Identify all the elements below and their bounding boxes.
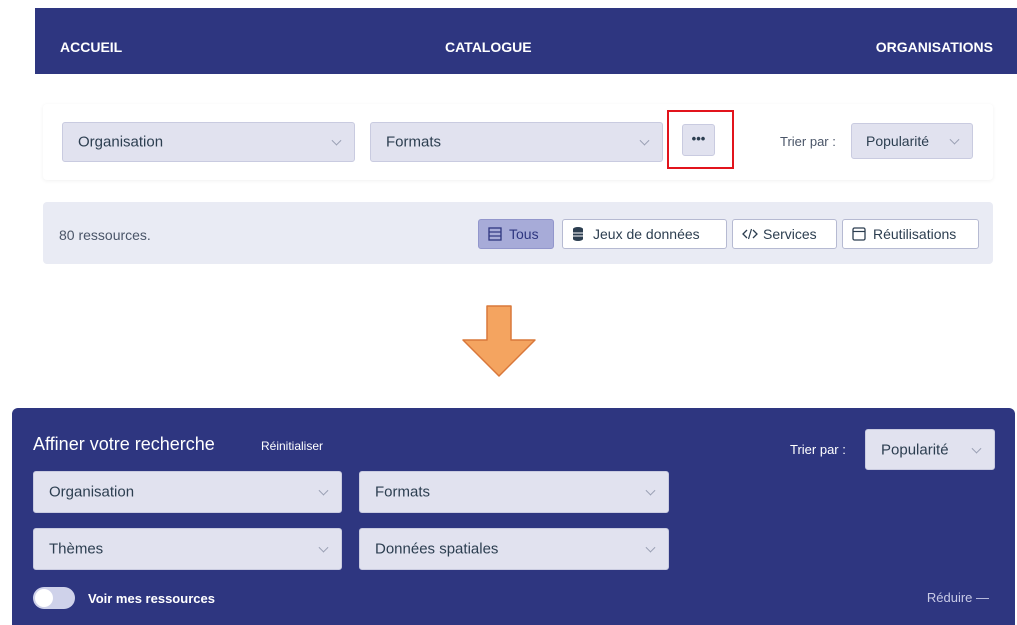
chevron-down-icon	[949, 134, 960, 145]
spatial-data-select[interactable]: Données spatiales	[359, 528, 669, 570]
formats-select-label: Formats	[375, 483, 431, 501]
my-resources-toggle[interactable]	[33, 587, 75, 609]
organisation-select-label: Organisation	[49, 483, 135, 501]
type-filter-label: Réutilisations	[873, 226, 957, 242]
sort-label: Trier par :	[780, 134, 836, 149]
nav-link-organisations[interactable]: ORGANISATIONS	[876, 8, 993, 74]
spatial-data-select-label: Données spatiales	[375, 540, 499, 558]
sort-select-label: Popularité	[881, 441, 949, 458]
chevron-down-icon	[318, 542, 329, 553]
type-filter-label: Services	[763, 226, 817, 242]
list-icon	[488, 220, 502, 258]
sort-select[interactable]: Popularité	[865, 429, 995, 470]
refine-search-panel: Affiner votre recherche Réinitialiser Tr…	[12, 408, 1015, 625]
type-filter-label: Tous	[509, 226, 539, 242]
themes-select-label: Thèmes	[49, 540, 104, 558]
results-bar: 80 ressources. Tous Jeux de données Serv…	[43, 202, 993, 264]
database-icon	[572, 220, 584, 258]
type-filter-tous[interactable]: Tous	[478, 219, 554, 249]
formats-select[interactable]: Formats	[359, 471, 669, 513]
filter-bar: Organisation Formats ••• Trier par : Pop…	[43, 104, 993, 180]
chevron-down-icon	[639, 135, 650, 146]
chevron-down-icon	[645, 485, 656, 496]
themes-select[interactable]: Thèmes	[33, 528, 342, 570]
chevron-down-icon	[331, 135, 342, 146]
my-resources-toggle-label: Voir mes ressources	[88, 591, 215, 606]
window-icon	[852, 220, 866, 258]
toggle-knob	[35, 589, 53, 607]
organisation-select-label: Organisation	[78, 133, 164, 151]
nav-link-accueil[interactable]: ACCUEIL	[60, 8, 122, 74]
sort-label: Trier par :	[790, 442, 846, 457]
more-filters-button[interactable]: •••	[682, 124, 715, 156]
type-filter-label: Jeux de données	[593, 226, 700, 242]
reset-link[interactable]: Réinitialiser	[261, 439, 323, 453]
collapse-button[interactable]: Réduire —	[927, 590, 989, 605]
organisation-select[interactable]: Organisation	[62, 122, 355, 162]
formats-select-label: Formats	[386, 133, 442, 151]
formats-select[interactable]: Formats	[370, 122, 663, 162]
organisation-select[interactable]: Organisation	[33, 471, 342, 513]
chevron-down-icon	[318, 485, 329, 496]
arrow-down-icon	[462, 305, 536, 377]
nav-link-catalogue[interactable]: CATALOGUE	[445, 8, 532, 74]
results-count: 80 ressources.	[59, 227, 151, 243]
panel-title: Affiner votre recherche	[33, 434, 215, 454]
top-navigation: ACCUEIL CATALOGUE ORGANISATIONS	[35, 8, 1017, 74]
sort-select[interactable]: Popularité	[851, 123, 973, 159]
type-filter-datasets[interactable]: Jeux de données	[562, 219, 727, 249]
code-icon	[742, 220, 758, 258]
sort-select-label: Popularité	[866, 133, 930, 149]
chevron-down-icon	[645, 542, 656, 553]
type-filter-reuses[interactable]: Réutilisations	[842, 219, 979, 249]
type-filter-services[interactable]: Services	[732, 219, 837, 249]
chevron-down-icon	[971, 443, 982, 454]
